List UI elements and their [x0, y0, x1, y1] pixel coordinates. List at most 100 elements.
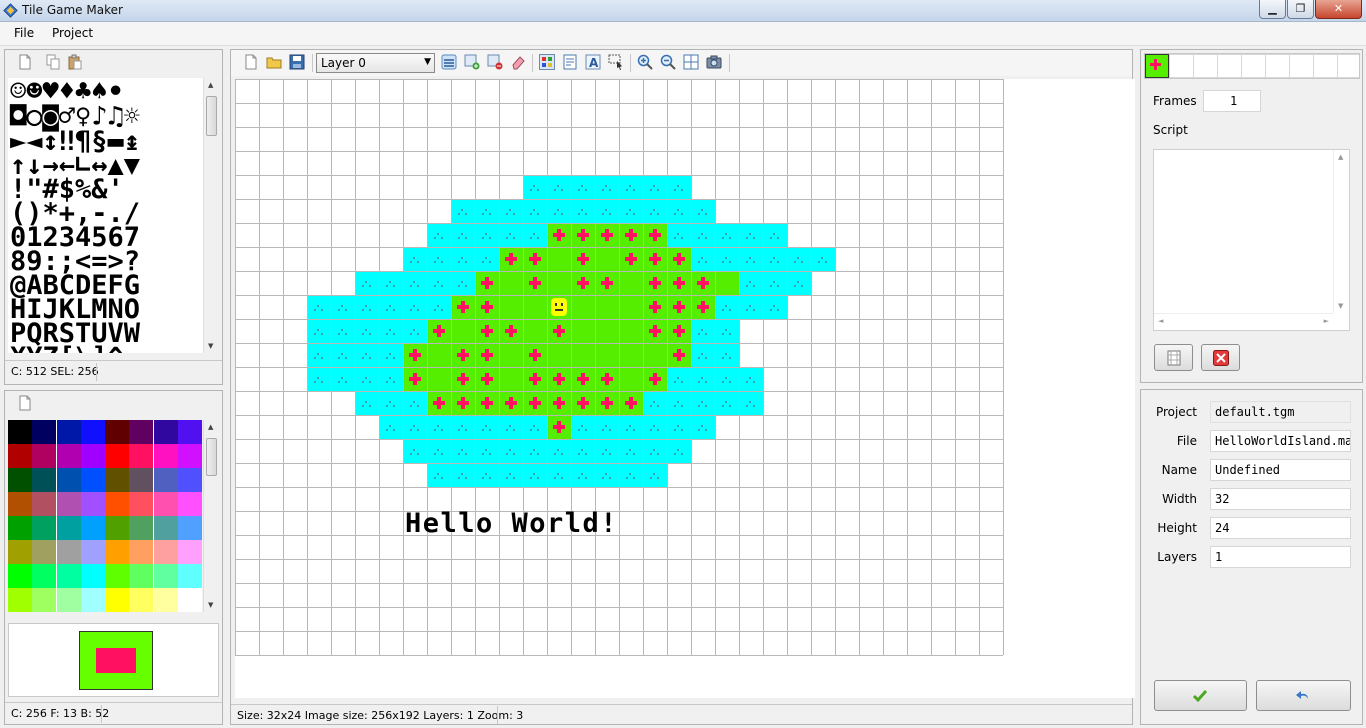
- palette-swatch[interactable]: [56, 540, 81, 564]
- palette-swatch[interactable]: [177, 420, 202, 444]
- grass-tile[interactable]: [523, 295, 547, 319]
- palette-swatch[interactable]: [153, 516, 178, 540]
- palette-swatch[interactable]: [8, 540, 32, 564]
- frame-cell[interactable]: [1337, 54, 1362, 78]
- grass-tile[interactable]: [547, 271, 571, 295]
- layers-field[interactable]: 1: [1210, 546, 1351, 568]
- palette-swatch[interactable]: [80, 588, 105, 612]
- palette-swatch[interactable]: [105, 564, 129, 588]
- script-scrollbar[interactable]: ▲ ▼: [1333, 150, 1349, 313]
- scroll-down-arrow[interactable]: ▼: [1338, 302, 1343, 310]
- palette-swatch[interactable]: [105, 516, 129, 540]
- tileset-grid[interactable]: ☺☻♥♦♣♠• ◘○◙♂♀♪♫☼ ►◄↕‼¶§▬↨ ↑↓→←∟↔▲▼ !"#$%…: [8, 78, 207, 353]
- palette-swatch[interactable]: [105, 540, 129, 564]
- grass-tile[interactable]: [427, 343, 451, 367]
- scroll-left-arrow[interactable]: ◄: [1158, 317, 1163, 325]
- menu-project[interactable]: Project: [52, 26, 93, 40]
- palette-swatch[interactable]: [105, 492, 129, 516]
- palette-swatch[interactable]: [177, 516, 202, 540]
- grass-tile[interactable]: [643, 343, 667, 367]
- map-grid[interactable]: Hello World!: [235, 79, 1135, 698]
- new-map-icon[interactable]: [243, 54, 259, 70]
- menu-file[interactable]: File: [14, 26, 34, 40]
- copy-icon[interactable]: [45, 54, 61, 70]
- scroll-thumb[interactable]: [206, 438, 217, 476]
- palette-swatch[interactable]: [56, 564, 81, 588]
- palette-swatch[interactable]: [153, 468, 178, 492]
- tileset-glyphs[interactable]: ☺☻♥♦♣♠• ◘○◙♂♀♪♫☼ ►◄↕‼¶§▬↨ ↑↓→←∟↔▲▼ !"#$%…: [8, 78, 207, 353]
- frame-cell[interactable]: [1241, 54, 1266, 78]
- palette-swatch[interactable]: [129, 444, 154, 468]
- palette-scrollbar[interactable]: ▲ ▼: [203, 420, 219, 612]
- background-color-swatch[interactable]: [96, 648, 136, 673]
- grass-tile[interactable]: [619, 295, 643, 319]
- palette-swatch[interactable]: [80, 564, 105, 588]
- frame-cell[interactable]: [1217, 54, 1242, 78]
- palette-swatch[interactable]: [8, 420, 32, 444]
- palette-swatch[interactable]: [80, 468, 105, 492]
- palette-swatch[interactable]: [129, 420, 154, 444]
- grass-tile[interactable]: [451, 319, 475, 343]
- frame-strip[interactable]: [1144, 53, 1362, 79]
- foreground-color-swatch[interactable]: [79, 631, 153, 690]
- palette-swatch[interactable]: [177, 564, 202, 588]
- palette-swatch[interactable]: [32, 444, 57, 468]
- grass-tile[interactable]: [523, 319, 547, 343]
- palette-swatch[interactable]: [32, 492, 57, 516]
- grass-tile[interactable]: [571, 343, 595, 367]
- grass-tile[interactable]: [547, 247, 571, 271]
- edit-frames-button[interactable]: [1154, 344, 1193, 371]
- palette-swatch[interactable]: [80, 540, 105, 564]
- frame-cell[interactable]: [1265, 54, 1290, 78]
- palette-swatch[interactable]: [56, 492, 81, 516]
- undo-button[interactable]: [1256, 680, 1351, 711]
- scroll-thumb[interactable]: [206, 96, 217, 136]
- script-tool-icon[interactable]: [562, 54, 578, 70]
- palette-grid[interactable]: [8, 420, 202, 612]
- eraser-icon[interactable]: [510, 54, 526, 70]
- grass-tile[interactable]: [619, 271, 643, 295]
- scroll-down-arrow[interactable]: ▼: [208, 342, 213, 350]
- palette-swatch[interactable]: [80, 492, 105, 516]
- delete-frame-button[interactable]: [1201, 344, 1240, 371]
- grass-tile[interactable]: [571, 295, 595, 319]
- palette-swatch[interactable]: [129, 468, 154, 492]
- scroll-up-arrow[interactable]: ▲: [1338, 153, 1343, 161]
- palette-swatch[interactable]: [8, 516, 32, 540]
- scroll-right-arrow[interactable]: ►: [1324, 317, 1329, 325]
- remove-layer-icon[interactable]: [487, 54, 503, 70]
- palette-swatch[interactable]: [8, 492, 32, 516]
- screenshot-icon[interactable]: [706, 54, 722, 70]
- grass-tile[interactable]: [595, 343, 619, 367]
- palette-swatch[interactable]: [32, 540, 57, 564]
- frame-cell[interactable]: [1313, 54, 1338, 78]
- frame-cell[interactable]: [1169, 54, 1194, 78]
- palette-swatch[interactable]: [56, 420, 81, 444]
- paste-icon[interactable]: [67, 54, 83, 70]
- palette-swatch[interactable]: [8, 444, 32, 468]
- grass-tile[interactable]: [427, 367, 451, 391]
- palette-swatch[interactable]: [105, 588, 129, 612]
- grass-tile[interactable]: [499, 343, 523, 367]
- grass-tile[interactable]: [499, 295, 523, 319]
- height-field[interactable]: 24: [1210, 517, 1351, 539]
- tileset-scrollbar[interactable]: ▲ ▼: [203, 78, 219, 353]
- palette-swatch[interactable]: [129, 588, 154, 612]
- palette-swatch[interactable]: [56, 516, 81, 540]
- palette-swatch[interactable]: [153, 420, 178, 444]
- palette-swatch[interactable]: [129, 516, 154, 540]
- palette-swatch[interactable]: [56, 468, 81, 492]
- palette-swatch[interactable]: [177, 588, 202, 612]
- palette-swatch[interactable]: [80, 444, 105, 468]
- palette-swatch[interactable]: [153, 588, 178, 612]
- scroll-up-arrow[interactable]: ▲: [208, 423, 213, 431]
- palette-swatch[interactable]: [80, 516, 105, 540]
- palette-swatch[interactable]: [105, 468, 129, 492]
- grass-tile[interactable]: [499, 367, 523, 391]
- palette-swatch[interactable]: [153, 564, 178, 588]
- frame-strip-cells[interactable]: [1145, 54, 1362, 78]
- palette-swatch[interactable]: [177, 492, 202, 516]
- select-tool-icon[interactable]: [608, 54, 624, 70]
- grass-tile[interactable]: [547, 343, 571, 367]
- palette-swatch[interactable]: [105, 420, 129, 444]
